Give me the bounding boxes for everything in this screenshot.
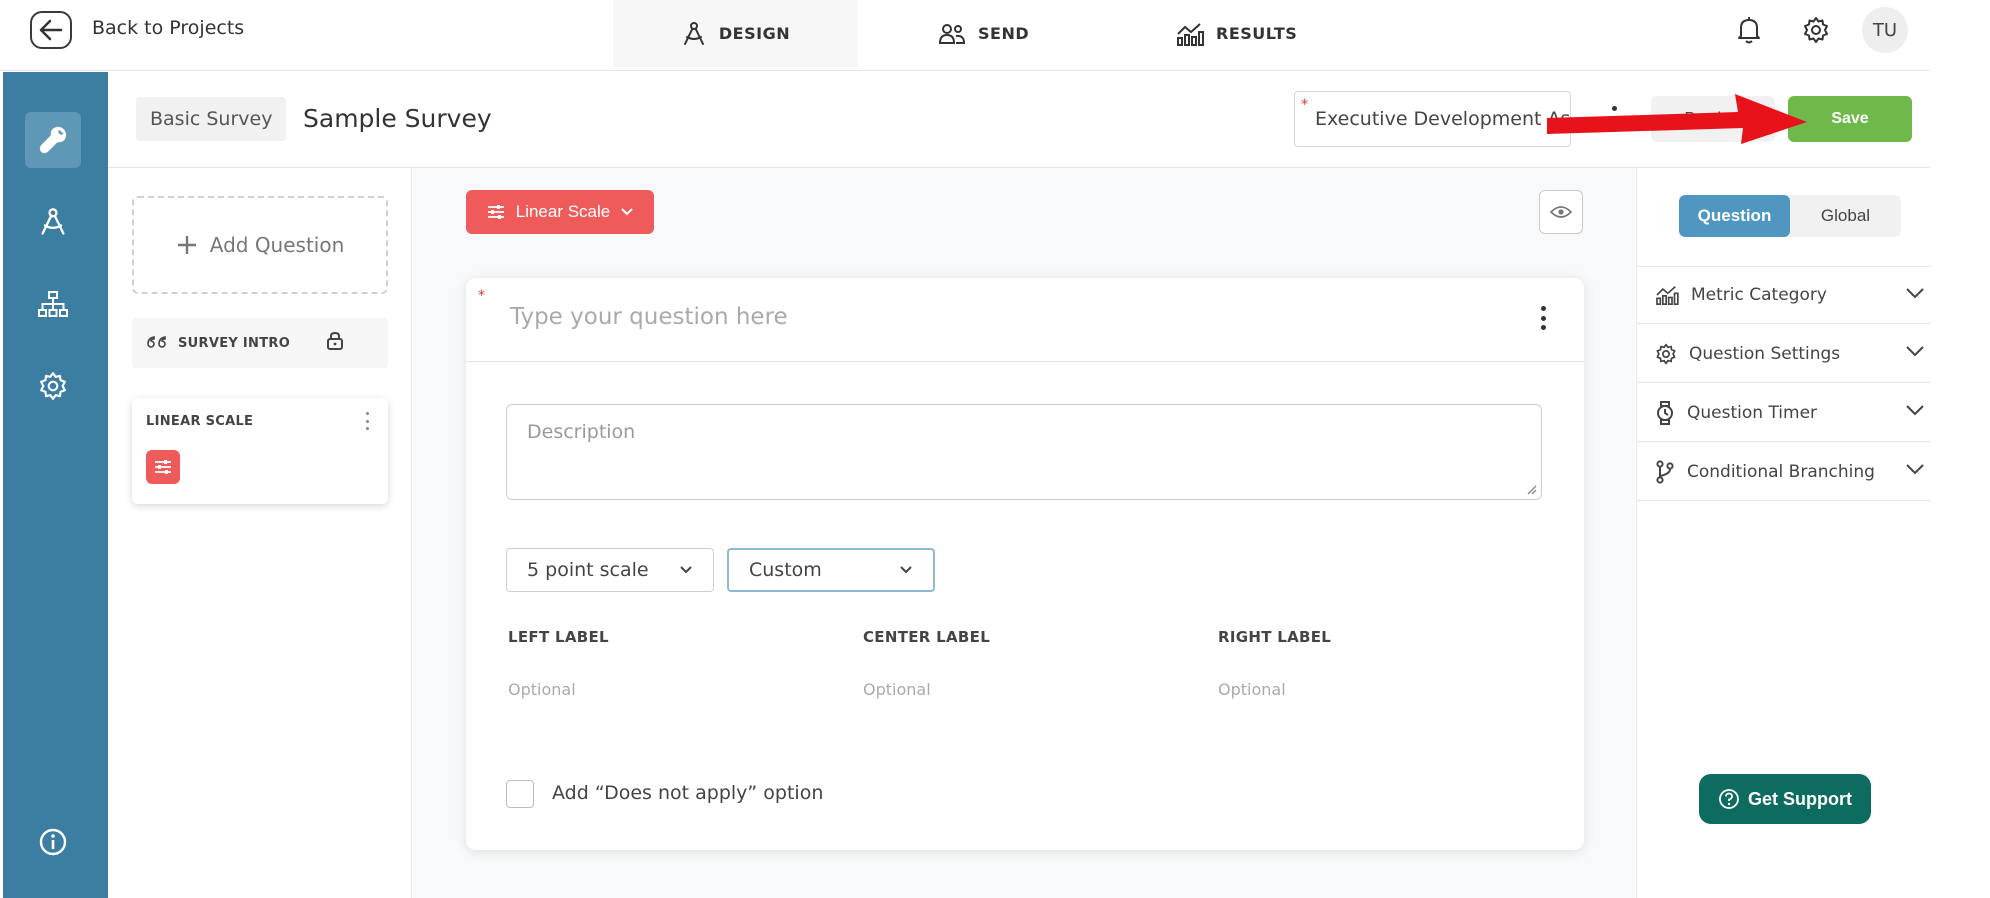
sitemap-icon [38, 291, 68, 317]
center-label-heading: CENTER LABEL [863, 628, 991, 646]
section-label: Question Settings [1689, 343, 1841, 364]
chevron-down-icon [1906, 464, 1924, 475]
tab-results[interactable]: RESULTS [1176, 0, 1297, 67]
timer-icon [1657, 400, 1673, 425]
chevron-down-icon [1906, 346, 1924, 357]
add-question-label: Add Question [209, 233, 345, 257]
section-label: Conditional Branching [1687, 461, 1875, 482]
section-label: Metric Category [1691, 285, 1827, 305]
arrow-left-icon [39, 19, 63, 41]
tab-design-label: DESIGN [718, 24, 791, 43]
survey-type-badge[interactable]: Basic Survey [136, 97, 287, 141]
back-to-projects-link[interactable]: Back to Projects [92, 17, 244, 39]
question-placeholder: Type your question here [510, 304, 788, 330]
preview-question-button[interactable] [1539, 190, 1583, 234]
user-avatar[interactable]: TU [1862, 7, 1908, 53]
notifications-button[interactable] [1731, 12, 1767, 48]
chevron-down-icon [680, 566, 692, 574]
chevron-down-icon [1906, 288, 1924, 299]
rail-flow[interactable] [25, 276, 81, 332]
right-label-heading: RIGHT LABEL [1218, 628, 1332, 646]
scale-points-select[interactable]: 5 point scale [506, 548, 714, 592]
question-card-title: LINEAR SCALE [146, 414, 254, 429]
resize-grip-icon[interactable] [1525, 483, 1537, 495]
info-icon [39, 828, 67, 856]
description-placeholder: Description [527, 421, 636, 443]
label-mode-value: Custom [749, 559, 822, 581]
back-button[interactable] [30, 11, 72, 49]
tab-send[interactable]: SEND [938, 0, 1029, 67]
lock-icon [327, 331, 343, 350]
survey-title[interactable]: Sample Survey [303, 104, 492, 133]
project-name-input[interactable]: * Executive Development As [1294, 91, 1571, 147]
section-label: Question Timer [1687, 402, 1818, 423]
question-editor-card: * Type your question here Description 5 … [466, 278, 1584, 850]
users-icon [938, 23, 966, 44]
red-arrow-annotation [1547, 94, 1807, 144]
panel-scope-toggle: Question Global [1679, 195, 1901, 237]
left-label-heading: LEFT LABEL [508, 628, 609, 646]
get-support-label: Get Support [1748, 788, 1852, 809]
rail-info[interactable] [25, 814, 81, 870]
question-card-linear-scale[interactable]: LINEAR SCALE [132, 398, 388, 504]
survey-intro-item[interactable]: SURVEY INTRO [132, 318, 388, 368]
tab-send-label: SEND [978, 24, 1030, 43]
description-textarea[interactable]: Description [506, 404, 1542, 500]
section-conditional-branching[interactable]: Conditional Branching [1637, 443, 1931, 501]
branch-icon [1656, 459, 1674, 484]
question-card-menu-button[interactable] [362, 412, 372, 430]
section-metric-category[interactable]: Metric Category [1637, 266, 1931, 324]
get-support-button[interactable]: Get Support [1699, 774, 1871, 824]
section-question-settings[interactable]: Question Settings [1637, 325, 1931, 383]
chevron-down-icon [900, 566, 912, 574]
gear-icon [1804, 17, 1828, 43]
project-name-value: Executive Development As [1315, 108, 1571, 130]
chevron-down-icon [621, 208, 633, 216]
properties-panel: Question Global Metric Category Question… [1636, 168, 1931, 898]
question-editor-area: Linear Scale * Type your question here D… [413, 168, 1635, 898]
eye-icon [1550, 206, 1572, 218]
compass-icon [41, 208, 65, 235]
center-label-input[interactable]: Optional [863, 680, 931, 699]
top-navigation-bar: Back to Projects DESIGN SEND RESULTS TU [0, 0, 1930, 71]
wrench-icon [39, 126, 67, 154]
scale-points-value: 5 point scale [527, 559, 649, 581]
question-menu-button[interactable] [1538, 306, 1548, 330]
linear-scale-icon [146, 450, 180, 484]
tab-design[interactable]: DESIGN [613, 0, 858, 67]
does-not-apply-checkbox[interactable] [506, 780, 534, 808]
add-question-button[interactable]: Add Question [132, 196, 388, 294]
compass-icon [683, 21, 704, 45]
rail-design[interactable] [25, 194, 81, 250]
section-question-timer[interactable]: Question Timer [1637, 384, 1931, 442]
plus-icon [177, 236, 196, 254]
rail-settings[interactable] [25, 358, 81, 414]
right-label-input[interactable]: Optional [1218, 680, 1286, 699]
gear-icon [1656, 343, 1676, 364]
metric-icon [1656, 286, 1679, 305]
required-marker: * [1301, 97, 1308, 113]
settings-button[interactable] [1798, 12, 1834, 48]
chart-icon [1177, 22, 1204, 46]
tab-global[interactable]: Global [1790, 195, 1901, 237]
label-mode-select[interactable]: Custom [727, 548, 935, 592]
rail-tools[interactable] [25, 112, 81, 168]
tab-results-label: RESULTS [1216, 24, 1298, 43]
gear-icon [40, 372, 66, 400]
question-text-input[interactable]: * Type your question here [466, 278, 1584, 362]
left-rail [3, 72, 108, 898]
required-marker: * [478, 288, 485, 304]
survey-intro-label: SURVEY INTRO [178, 335, 291, 351]
chevron-down-icon [1906, 405, 1924, 416]
left-label-input[interactable]: Optional [508, 680, 576, 699]
sliders-icon [487, 205, 504, 219]
question-type-label: Linear Scale [515, 202, 611, 221]
does-not-apply-label[interactable]: Add “Does not apply” option [552, 782, 823, 804]
question-list-panel: Add Question SURVEY INTRO LINEAR SCALE [108, 168, 412, 898]
help-circle-icon [1719, 789, 1739, 809]
quote-icon [147, 336, 166, 348]
bell-icon [1738, 17, 1760, 44]
question-type-dropdown[interactable]: Linear Scale [466, 190, 654, 234]
tab-question[interactable]: Question [1679, 195, 1790, 237]
